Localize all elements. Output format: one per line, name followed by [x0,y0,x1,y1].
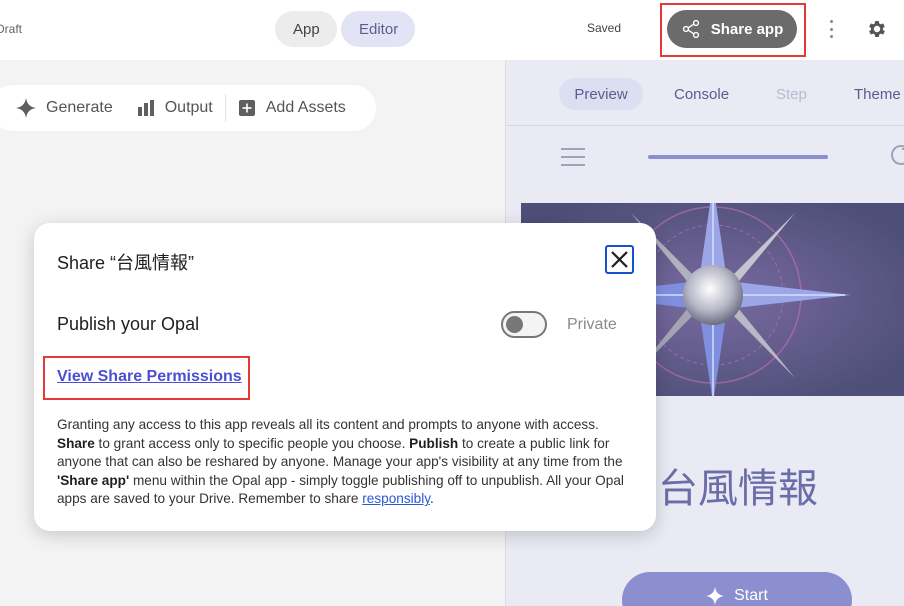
generate-tool[interactable]: Generate [4,85,125,131]
output-tool[interactable]: Output [125,85,225,131]
visibility-state: Private [567,316,617,333]
saved-status: Saved [587,21,622,35]
app-title: 台風情報 [658,466,818,512]
tab-step: Step [776,85,807,103]
progress-fill [648,155,828,159]
share-app-button[interactable]: Share app [667,10,797,48]
info-publish-term: Publish [409,435,459,451]
tab-preview[interactable]: Preview [559,78,643,110]
sparkle-icon [16,98,36,118]
share-app-label: Share app [710,20,784,38]
progress-bar [648,155,828,159]
share-info-text: Granting any access to this app reveals … [57,416,637,509]
output-label: Output [164,99,213,116]
dialog-title: Share “台風情報” [57,253,195,273]
start-label: Start [734,587,768,604]
start-button[interactable]: Start [622,572,852,606]
share-dialog: Share “台風情報” Publish your Opal Private V… [34,223,656,531]
info-text-4: menu within the Opal app - simply toggle… [57,472,624,507]
add-assets-tool[interactable]: Add Assets [226,85,358,131]
menu-icon[interactable] [561,148,585,166]
publish-toggle[interactable] [501,311,547,338]
info-share-term: Share [57,435,95,451]
mode-toggle: App Editor [275,11,415,47]
generate-label: Generate [46,99,113,116]
share-icon [682,19,699,39]
chart-icon [137,100,154,116]
close-icon [611,251,628,268]
draft-label: Draft [0,22,23,36]
info-text-1: Granting any access to this app reveals … [57,417,599,432]
publish-label: Publish your Opal [57,314,200,334]
close-button[interactable] [605,245,634,274]
top-bar: Draft App Editor Saved Share app [0,0,904,60]
more-options-icon[interactable] [826,18,836,40]
editor-mode-button[interactable]: Editor [341,11,415,47]
view-share-permissions-link[interactable]: View Share Permissions [57,368,242,386]
toggle-knob [506,316,523,333]
info-share-app-term: 'Share app' [57,472,130,488]
sparkle-icon [706,587,725,605]
responsibly-link[interactable]: responsibly [362,491,430,506]
editor-toolbar: Generate Output Add Assets [0,85,376,131]
add-box-icon [238,100,255,116]
refresh-icon[interactable] [886,140,904,170]
app-mode-button[interactable]: App [275,11,337,47]
preview-tabs: Preview Console Step Theme [506,60,904,126]
gear-icon[interactable] [866,18,888,40]
info-text-2: to grant access only to specific people … [94,435,410,451]
info-text-5: . [430,491,434,507]
add-assets-label: Add Assets [265,99,346,116]
tab-console[interactable]: Console [674,78,729,110]
tab-theme[interactable]: Theme [854,78,901,110]
